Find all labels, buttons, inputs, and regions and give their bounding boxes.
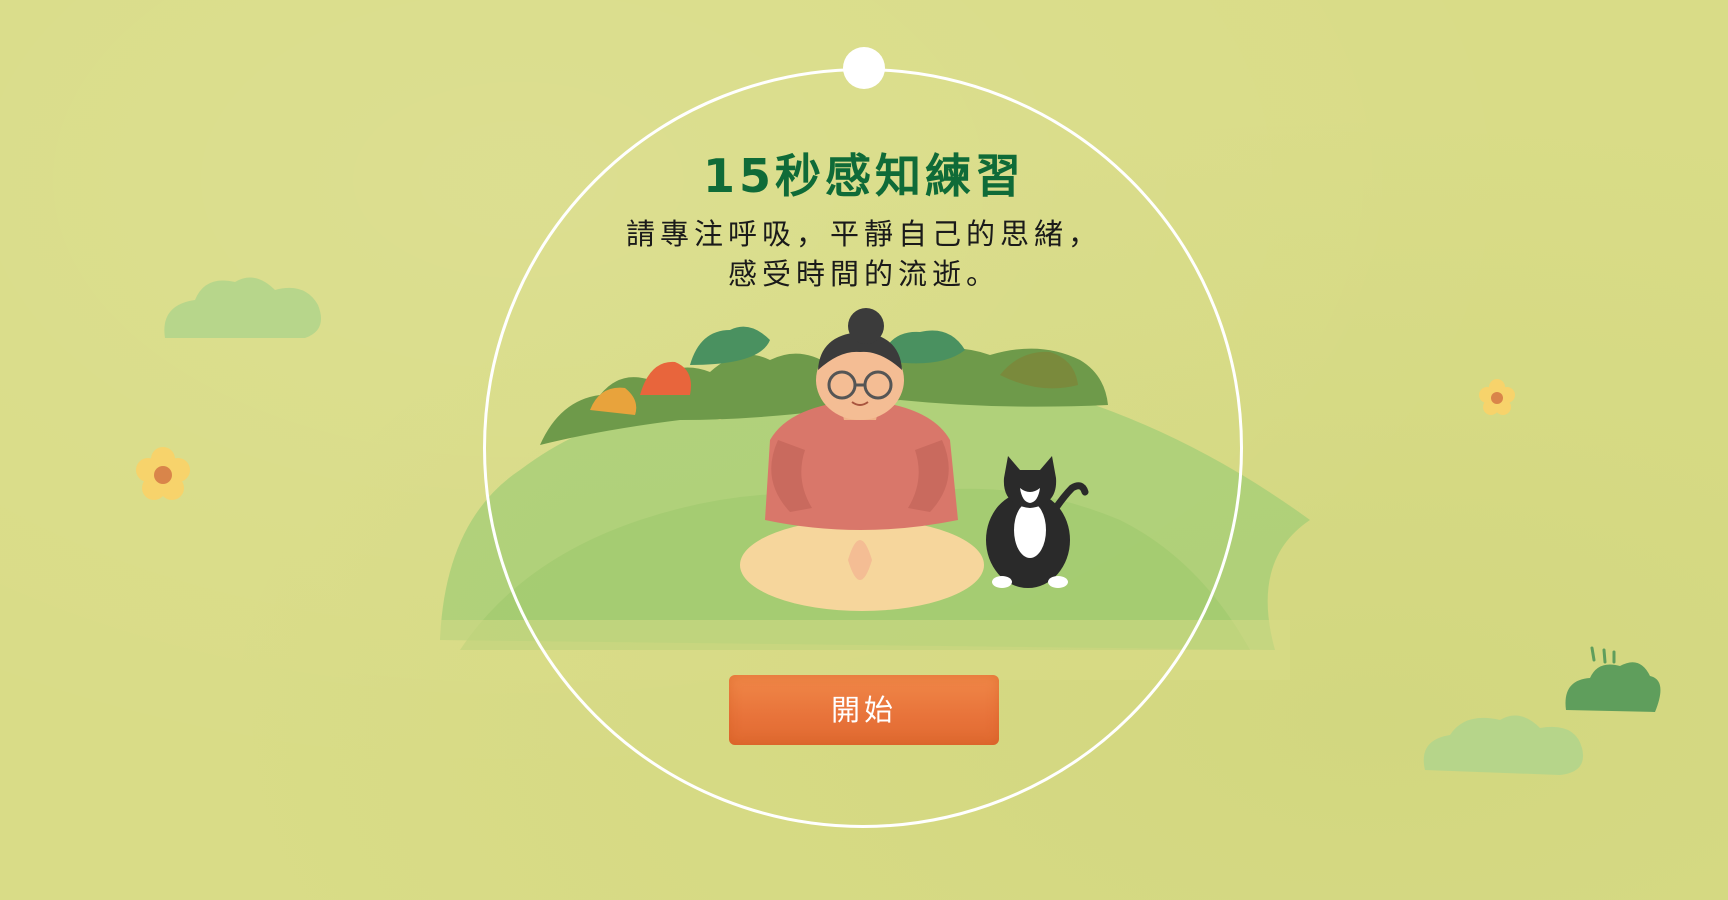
bush-icon (1565, 646, 1661, 712)
cloud-icon (164, 277, 322, 338)
flower-icon (1479, 379, 1515, 415)
exercise-instructions: 請專注呼吸，平靜自己的思緒， 感受時間的流逝。 (564, 214, 1164, 294)
start-button[interactable]: 開始 (729, 675, 999, 745)
cloud-icon (1423, 715, 1584, 775)
instruction-line: 請專注呼吸，平靜自己的思緒， (625, 217, 1102, 251)
timer-progress-knob (843, 47, 885, 89)
exercise-title: 15秒感知練習 (702, 149, 1025, 203)
flower-icon (136, 447, 190, 500)
meditation-screen: 15秒感知練習 請專注呼吸，平靜自己的思緒， 感受時間的流逝。 開始 (0, 0, 1728, 900)
instruction-line: 感受時間的流逝。 (727, 257, 1000, 291)
